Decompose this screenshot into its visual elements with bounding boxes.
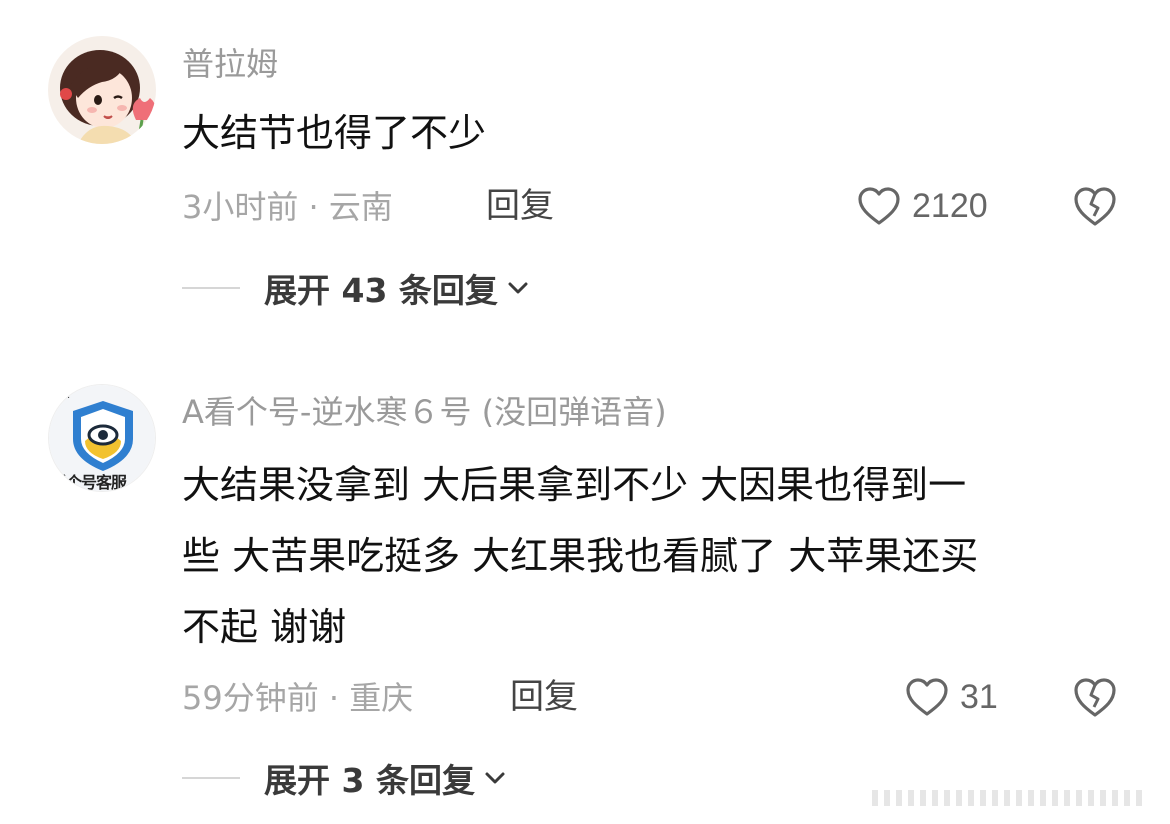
username[interactable]: A看个号-逆水寒６号 (没回弹语音)	[182, 392, 667, 432]
watermark	[872, 790, 1142, 806]
expand-replies-button[interactable]: 展开 43 条回复	[182, 266, 530, 310]
like-button[interactable]: 31	[904, 673, 998, 721]
chevron-down-icon	[485, 772, 505, 784]
like-button[interactable]: 2120	[856, 182, 988, 230]
broken-heart-icon	[1074, 678, 1116, 717]
heart-icon	[906, 678, 948, 716]
comment-text-line: 大结果没拿到 大后果拿到不少 大因果也得到一	[182, 463, 967, 507]
expand-replies-button[interactable]: 展开 3 条回复	[182, 756, 507, 800]
svg-text:·: ·	[67, 393, 70, 404]
chevron-down-icon	[508, 282, 528, 294]
avatar[interactable]: · 看个号客服	[48, 384, 156, 492]
time-location: 3小时前 · 云南	[182, 188, 393, 226]
girl-avatar-icon	[48, 36, 156, 144]
comment-list: 普拉姆 大结节也得了不少 3小时前 · 云南 回复 2120 展开 43 条回复	[0, 0, 1170, 824]
expand-replies-label: 展开 3 条回复	[264, 761, 475, 800]
like-count: 31	[960, 677, 998, 716]
divider	[182, 777, 240, 779]
username[interactable]: 普拉姆	[182, 44, 278, 84]
comment-text: 大结果没拿到 大后果拿到不少 大因果也得到一 些 大苦果吃挺多 大红果我也看腻了…	[182, 450, 1112, 663]
broken-heart-icon	[1074, 187, 1116, 226]
heart-icon	[858, 187, 900, 225]
dislike-button[interactable]	[1072, 675, 1118, 721]
like-count: 2120	[912, 186, 988, 225]
comment-text: 大结节也得了不少	[182, 111, 487, 155]
avatar-text: 看个号客服	[51, 473, 127, 492]
reply-button[interactable]: 回复	[510, 677, 578, 717]
time-location: 59分钟前 · 重庆	[182, 679, 414, 717]
dislike-button[interactable]	[1072, 184, 1118, 230]
expand-replies-label: 展开 43 条回复	[264, 271, 498, 310]
reply-button[interactable]: 回复	[486, 186, 554, 226]
comment-text-line: 不起 谢谢	[182, 605, 347, 649]
divider	[182, 287, 240, 289]
avatar[interactable]	[48, 36, 156, 144]
comment-text-line: 些 大苦果吃挺多 大红果我也看腻了 大苹果还买	[182, 534, 979, 578]
